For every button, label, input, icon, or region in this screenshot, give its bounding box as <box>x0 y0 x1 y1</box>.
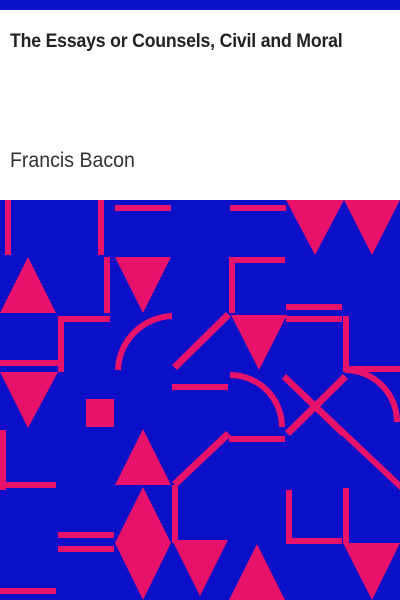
pattern-bar <box>343 488 349 544</box>
pattern-bar <box>286 490 292 544</box>
pattern-bar <box>230 205 286 211</box>
book-title: The Essays or Counsels, Civil and Moral <box>10 31 343 52</box>
pattern-bar <box>229 436 285 442</box>
pattern-bar <box>58 316 110 322</box>
pattern-bar <box>286 538 342 544</box>
pattern-bar <box>343 316 349 370</box>
pattern-bar <box>58 316 64 372</box>
pattern-bar <box>172 485 178 543</box>
pattern-bar <box>58 546 114 552</box>
pattern-bar <box>58 532 114 538</box>
pattern-bar <box>286 304 342 310</box>
pattern-bar <box>343 366 400 372</box>
pattern-bar <box>115 205 171 211</box>
pattern-bar <box>172 384 228 390</box>
top-color-bar <box>0 0 400 10</box>
cover-pattern-artwork <box>0 200 400 600</box>
pattern-bar <box>229 257 235 313</box>
pattern-bar <box>229 257 285 263</box>
pattern-bar <box>0 430 6 490</box>
pattern-bar <box>0 482 56 488</box>
pattern-bar <box>98 200 104 255</box>
pattern-square <box>86 399 114 427</box>
pattern-bar <box>104 257 110 313</box>
pattern-bar <box>0 360 58 366</box>
book-author: Francis Bacon <box>10 149 135 172</box>
pattern-bar <box>286 316 342 322</box>
pattern-bar <box>5 200 11 255</box>
pattern-bar <box>0 588 56 594</box>
